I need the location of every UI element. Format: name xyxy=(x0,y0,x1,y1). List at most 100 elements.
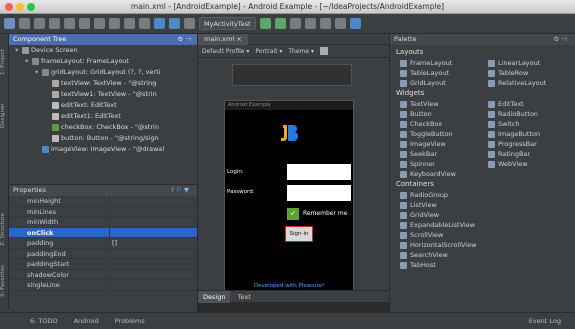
run-configuration-select[interactable]: MyActivityTest xyxy=(199,17,256,30)
property-value[interactable] xyxy=(109,248,197,258)
palette-item[interactable]: LinearLayout xyxy=(488,58,540,68)
palette-item[interactable]: TableLayout xyxy=(400,68,449,78)
layout-icon[interactable] xyxy=(320,47,329,55)
replace-icon[interactable] xyxy=(139,18,150,29)
tree-row[interactable]: editText1: EditText xyxy=(9,111,197,122)
palette-item[interactable]: FrameLayout xyxy=(400,58,452,68)
property-row[interactable]: minWidth xyxy=(9,217,197,228)
sync-icon[interactable] xyxy=(34,18,45,29)
palette-item[interactable]: RadioGroup xyxy=(400,190,448,200)
problems-tab[interactable]: Problems xyxy=(115,317,145,325)
group-widgets[interactable]: Widgets xyxy=(390,88,424,99)
property-row[interactable]: paddingEnd xyxy=(9,248,197,259)
property-row[interactable]: minLines xyxy=(9,206,197,217)
property-row[interactable]: padding [] xyxy=(9,238,197,249)
paste-icon[interactable] xyxy=(109,18,120,29)
zoom-window-button[interactable] xyxy=(27,3,35,11)
property-value[interactable]: [] xyxy=(109,238,197,248)
sdk-manager-icon[interactable] xyxy=(304,18,316,29)
todo-tab[interactable]: 6: TODO xyxy=(30,317,58,325)
event-log-tab[interactable]: Event Log xyxy=(529,317,561,325)
help-icon[interactable]: ? ⚐ ▼ xyxy=(171,185,189,196)
palette-item[interactable]: RatingBar xyxy=(488,149,530,159)
profile-select[interactable]: Default Profile ▾ xyxy=(202,48,249,55)
back-icon[interactable] xyxy=(154,18,165,29)
property-value[interactable] xyxy=(109,280,197,290)
expand-arrow-icon[interactable]: ▾ xyxy=(25,56,32,67)
property-value[interactable] xyxy=(109,259,197,269)
tree-row[interactable]: ▾ gridLayout: GridLayout (?, ?, verti xyxy=(9,67,197,78)
debug-icon[interactable] xyxy=(274,18,286,29)
tab-text[interactable]: Text xyxy=(233,291,256,303)
property-value[interactable] xyxy=(109,217,197,227)
palette-item[interactable]: GridView xyxy=(400,210,439,220)
palette-item[interactable]: TextView xyxy=(400,99,439,109)
open-icon[interactable] xyxy=(4,18,15,29)
property-row[interactable]: onClick xyxy=(9,227,197,238)
coverage-icon[interactable] xyxy=(289,18,301,29)
palette-item[interactable]: ImageButton xyxy=(488,129,540,139)
device-preview[interactable]: Android Example Login: Password: ✓ Remem… xyxy=(224,100,354,300)
palette-item[interactable]: TableRow xyxy=(488,68,528,78)
expand-arrow-icon[interactable]: ▾ xyxy=(15,45,22,56)
property-value[interactable] xyxy=(109,206,197,216)
help-icon[interactable] xyxy=(349,18,361,29)
tab-designer[interactable]: Designer xyxy=(0,96,9,136)
palette-item[interactable]: ListView xyxy=(400,200,437,210)
remember-checkbox[interactable]: ✓ xyxy=(287,208,299,220)
palette-item[interactable]: GridLayout xyxy=(400,78,446,88)
minimize-window-button[interactable] xyxy=(16,3,24,11)
palette-item[interactable]: ToggleButton xyxy=(400,129,453,139)
tree-row[interactable]: ▾ frameLayout: FrameLayout xyxy=(9,56,197,67)
tree-row[interactable]: editText: EditText xyxy=(9,100,197,111)
tree-row[interactable]: textView1: TextView - "@strin xyxy=(9,89,197,100)
property-value[interactable] xyxy=(109,269,197,279)
tab-design[interactable]: Design xyxy=(198,291,231,303)
theme-select[interactable]: Theme ▾ xyxy=(288,48,314,55)
cut-icon[interactable] xyxy=(79,18,90,29)
palette-item[interactable]: WebView xyxy=(488,159,528,169)
gear-icon[interactable]: ⚙ ⊣ xyxy=(553,34,567,45)
palette-item[interactable]: Button xyxy=(400,109,432,119)
redo-icon[interactable] xyxy=(64,18,75,29)
group-layouts[interactable]: Layouts xyxy=(390,47,423,58)
palette-item[interactable]: SearchView xyxy=(400,250,448,260)
tree-row[interactable]: ▾ Device Screen xyxy=(9,45,197,56)
tree-row[interactable]: textView: TextView - "@string xyxy=(9,78,197,89)
palette-item[interactable]: HorizontalScrollView xyxy=(400,240,476,250)
palette-item[interactable]: ImageView xyxy=(400,139,446,149)
design-canvas[interactable]: Android Example Login: Password: ✓ Remem… xyxy=(198,58,389,300)
tab-project[interactable]: 1: Project xyxy=(0,42,9,82)
run-icon[interactable] xyxy=(259,18,271,29)
palette-item[interactable]: EditText xyxy=(488,99,524,109)
palette-item[interactable]: ProgressBar xyxy=(488,139,537,149)
property-row[interactable]: paddingStart xyxy=(9,259,197,270)
palette-item[interactable]: Switch xyxy=(488,119,520,129)
save-icon[interactable] xyxy=(19,18,30,29)
palette-item[interactable]: TabHost xyxy=(400,260,436,270)
forward-icon[interactable] xyxy=(169,18,180,29)
palette-item[interactable]: KeyboardView xyxy=(400,169,456,179)
expand-arrow-icon[interactable]: ▾ xyxy=(35,67,42,78)
orientation-select[interactable]: Portrait ▾ xyxy=(255,48,282,55)
tree-row[interactable]: button: Button - "@string/sign xyxy=(9,133,197,144)
property-row[interactable]: shadowColor xyxy=(9,269,197,280)
palette-item[interactable]: Spinner xyxy=(400,159,435,169)
avd-manager-icon[interactable] xyxy=(319,18,331,29)
palette-item[interactable]: ScrollView xyxy=(400,230,443,240)
property-row[interactable]: singleLine xyxy=(9,280,197,291)
palette-item[interactable]: RadioButton xyxy=(488,109,538,119)
group-containers[interactable]: Containers xyxy=(390,179,434,190)
property-row[interactable]: minHeight xyxy=(9,196,197,207)
panel-options-icon[interactable]: ⚙ ⊣ xyxy=(177,34,191,45)
password-field[interactable] xyxy=(287,185,351,201)
tab-favorites[interactable]: 2: Favorites xyxy=(0,259,9,303)
build-icon[interactable] xyxy=(184,18,195,29)
tree-row[interactable]: checkBox: CheckBox - "@strin xyxy=(9,122,197,133)
close-window-button[interactable] xyxy=(5,3,13,11)
palette-item[interactable]: RelativeLayout xyxy=(488,78,546,88)
settings-icon[interactable] xyxy=(334,18,346,29)
palette-item[interactable]: CheckBox xyxy=(400,119,442,129)
palette-item[interactable]: SeekBar xyxy=(400,149,437,159)
signin-button[interactable]: Sign-in xyxy=(285,226,313,242)
